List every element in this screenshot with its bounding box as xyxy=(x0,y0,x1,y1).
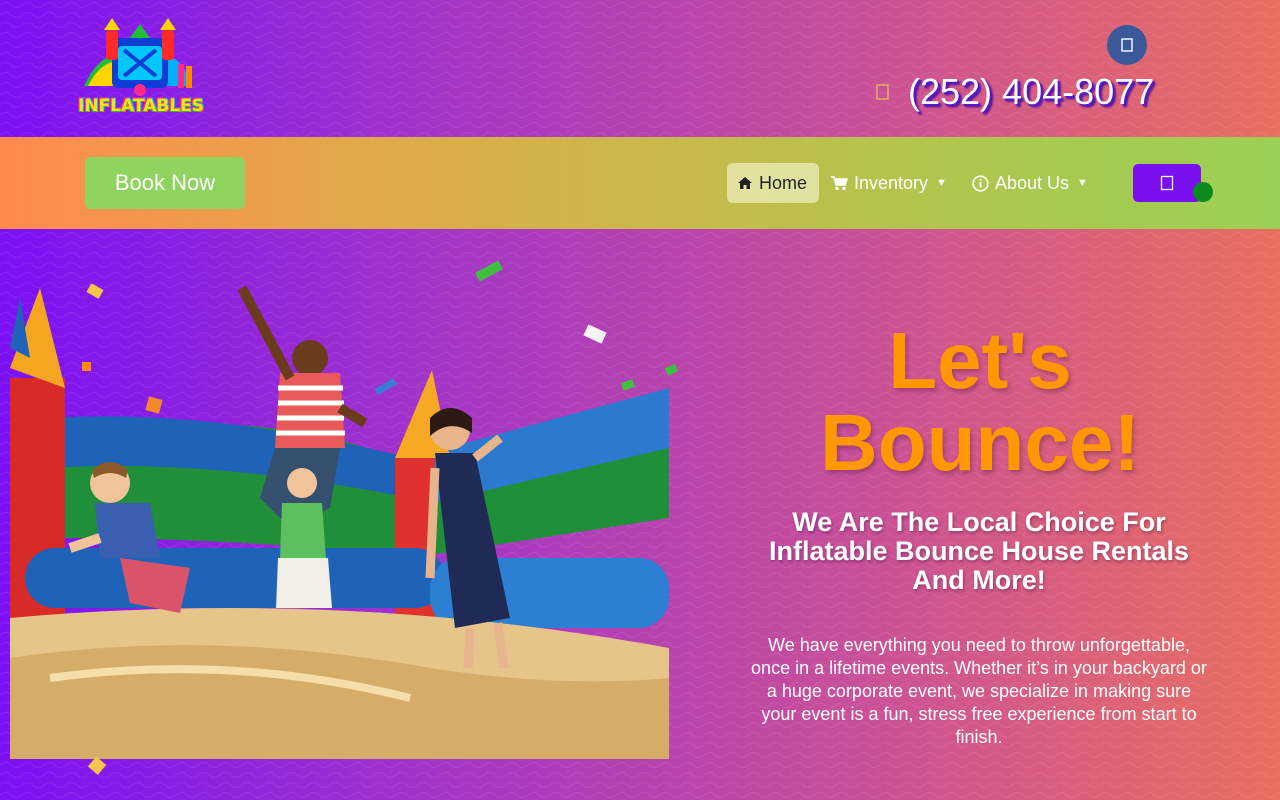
cart-icon xyxy=(831,176,848,191)
chevron-down-icon: ▼ xyxy=(1077,177,1088,189)
facebook-button[interactable] xyxy=(1107,25,1147,65)
phone-number[interactable]: (252) 404-8077 xyxy=(908,71,1154,113)
site-logo[interactable]: INFLATABLES xyxy=(78,16,204,122)
confetti-decoration xyxy=(583,324,607,344)
confetti-decoration xyxy=(475,260,503,282)
confetti-decoration xyxy=(82,362,91,371)
cart-count-badge: 0 xyxy=(1193,182,1213,202)
bounce-castle-logo-icon xyxy=(84,18,192,96)
chevron-down-icon: ▼ xyxy=(936,177,947,189)
home-icon xyxy=(738,177,752,189)
shopping-cart-icon xyxy=(1160,175,1174,191)
nav-item-inventory[interactable]: Inventory ▼ xyxy=(820,163,957,203)
hero-image-kids-bouncing xyxy=(10,258,669,759)
confetti-decoration xyxy=(374,378,398,396)
main-nav-bar: Book Now Home Inventory ▼ About Us ▼ 0 xyxy=(0,137,1280,229)
nav-item-home[interactable]: Home xyxy=(727,163,819,203)
info-icon xyxy=(972,174,989,192)
confetti-decoration xyxy=(145,396,163,414)
confetti-decoration xyxy=(664,364,679,376)
shopping-cart-button[interactable] xyxy=(1133,164,1201,202)
phone-contact[interactable]: (252) 404-8077 xyxy=(876,70,1154,114)
top-header: INFLATABLES (252) 404-8077 xyxy=(0,0,1280,137)
phone-icon xyxy=(876,84,889,100)
nav-item-label: Inventory xyxy=(854,172,929,193)
nav-item-label: About Us xyxy=(995,172,1070,193)
confetti-decoration xyxy=(88,756,107,775)
nav-item-about-us[interactable]: About Us ▼ xyxy=(962,163,1098,203)
confetti-decoration xyxy=(86,284,104,299)
confetti-decoration xyxy=(620,379,636,391)
nav-item-label: Home xyxy=(759,172,808,193)
hero-description: We have everything you need to throw unf… xyxy=(751,635,1207,747)
hero-subtitle: We Are The Local Choice For Inflatable B… xyxy=(768,507,1190,595)
facebook-icon xyxy=(1121,38,1133,52)
hero-title-line-1: Let's xyxy=(888,316,1072,405)
hero-title-line-2: Bounce! xyxy=(820,398,1140,487)
hero-title: Let's Bounce! xyxy=(770,320,1190,484)
book-now-button[interactable]: Book Now xyxy=(85,157,245,209)
logo-text: INFLATABLES xyxy=(78,96,204,116)
